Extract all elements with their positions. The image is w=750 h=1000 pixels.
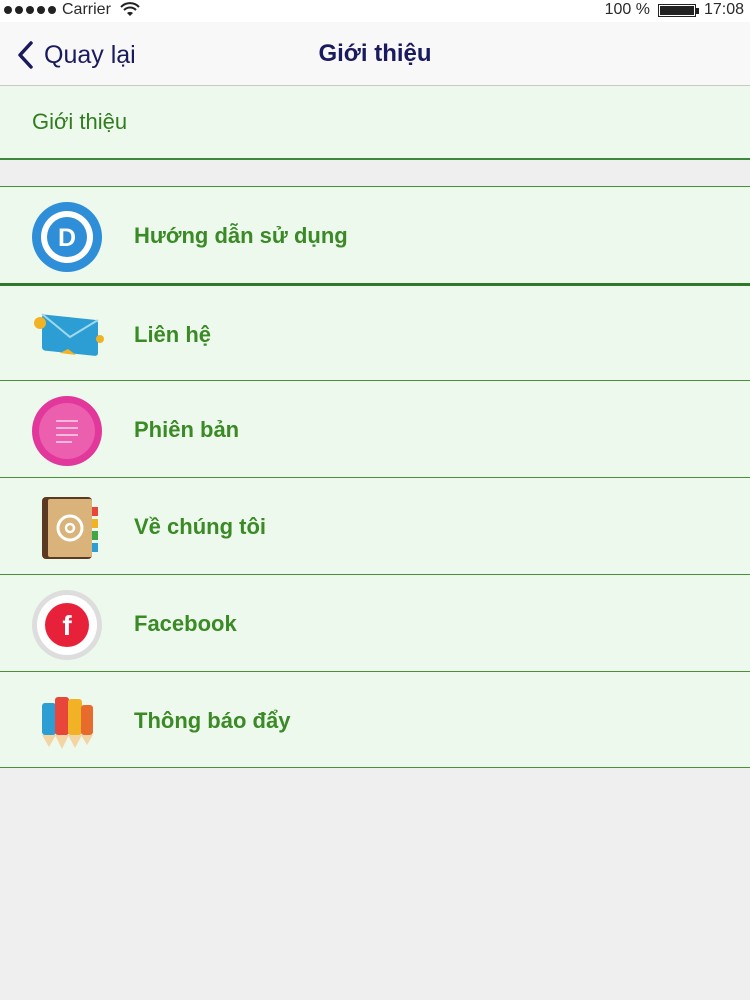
- clock: 17:08: [703, 1, 744, 18]
- menu-item-label: Phiên bản: [134, 417, 240, 442]
- mail-envelope-icon: [34, 313, 104, 356]
- menu-item-contact[interactable]: Liên hệ: [0, 283, 750, 380]
- page-title: Giới thiệu: [318, 40, 432, 67]
- battery-percent: 100 %: [604, 1, 650, 18]
- menu-item-version[interactable]: Phiên bản: [0, 380, 750, 477]
- svg-text:f: f: [62, 610, 72, 641]
- menu-item-guide[interactable]: D Hướng dẫn sử dụng: [0, 186, 750, 283]
- guide-d-icon: D: [32, 202, 102, 272]
- svg-text:D: D: [58, 224, 76, 252]
- menu-item-label: Liên hệ: [134, 322, 212, 347]
- navigation-bar: Quay lại Giới thiệu: [0, 22, 750, 86]
- signal-strength-icon: [4, 6, 56, 14]
- menu-item-label: Facebook: [134, 611, 237, 636]
- section-header: Giới thiệu: [0, 86, 750, 160]
- menu-item-push-notifications[interactable]: Thông báo đẩy: [0, 671, 750, 768]
- menu-list: D Hướng dẫn sử dụng Liên hệ Phiên bản Về…: [0, 186, 750, 768]
- pencils-icon: [42, 697, 93, 749]
- carrier-name: Carrier: [62, 1, 111, 18]
- section-title: Giới thiệu: [32, 109, 128, 134]
- menu-item-facebook[interactable]: f Facebook: [0, 574, 750, 671]
- menu-item-label: Thông báo đẩy: [134, 708, 291, 733]
- menu-item-about-us[interactable]: Về chúng tôi: [0, 477, 750, 574]
- menu-item-label: Hướng dẫn sử dụng: [134, 223, 348, 248]
- menu-item-label: Về chúng tôi: [134, 514, 266, 539]
- address-book-icon: [42, 497, 98, 559]
- battery-icon: [657, 3, 699, 17]
- version-list-icon: [32, 396, 102, 466]
- status-bar: Carrier 100 % 17:08: [0, 0, 750, 22]
- facebook-icon: f: [32, 590, 102, 660]
- wifi-icon: [120, 2, 140, 16]
